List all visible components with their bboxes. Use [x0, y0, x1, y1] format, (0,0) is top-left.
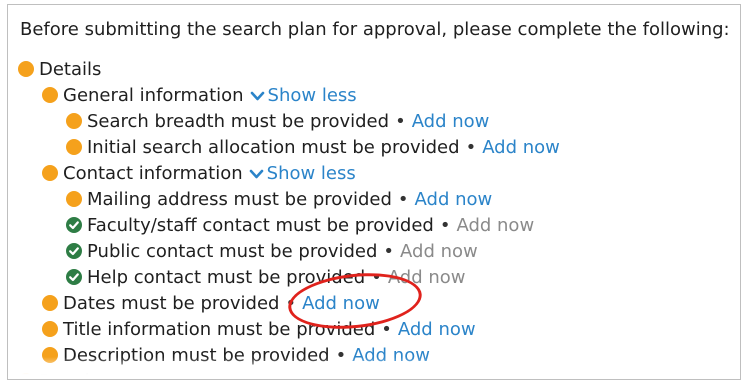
item-mailing-address: Mailing address must be provided • Add now — [18, 187, 738, 213]
item-public-contact: Public contact must be provided • Add now — [18, 239, 738, 265]
show-less-toggle[interactable]: Show less — [250, 85, 357, 106]
item-label: Mailing address must be provided — [87, 189, 392, 210]
section-label: Details — [39, 59, 102, 80]
add-now-link[interactable]: Add now — [400, 241, 478, 262]
item-title-information: Title information must be provided • Add n… — [18, 317, 738, 343]
show-less-toggle[interactable]: Show less — [249, 163, 356, 184]
add-now-link[interactable]: Add now — [412, 111, 490, 132]
check-circle-icon — [66, 269, 82, 285]
item-label: Dates must be provided — [63, 293, 280, 314]
chevron-down-icon — [249, 169, 263, 179]
group-contact-information: Contact information Show less — [18, 161, 738, 187]
add-now-link[interactable]: Add now — [456, 215, 534, 236]
pending-status-icon — [42, 321, 58, 337]
section-details: Details — [18, 57, 738, 83]
scroll-fade — [8, 357, 740, 379]
item-label: Help contact must be provided — [87, 267, 366, 288]
pending-status-icon — [66, 113, 82, 129]
add-now-link[interactable]: Add now — [482, 137, 560, 158]
bullet-separator: • — [383, 241, 395, 262]
pending-status-icon — [66, 191, 82, 207]
bullet-separator: • — [285, 293, 297, 314]
pending-status-icon — [42, 165, 58, 181]
group-general-information: General information Show less — [18, 83, 738, 109]
bullet-separator: • — [439, 215, 451, 236]
group-label: Contact information — [63, 163, 243, 184]
bullet-separator: • — [465, 137, 477, 158]
add-now-link[interactable]: Add now — [388, 267, 466, 288]
item-faculty-staff-contact: Faculty/staff contact must be provided • A… — [18, 213, 738, 239]
chevron-down-icon — [250, 91, 264, 101]
add-now-link[interactable]: Add now — [398, 319, 476, 340]
item-label: Faculty/staff contact must be provided — [87, 215, 434, 236]
pending-status-icon — [42, 295, 58, 311]
bullet-separator: • — [397, 189, 409, 210]
item-help-contact: Help contact must be provided • Add now — [18, 265, 738, 291]
pending-status-icon — [66, 139, 82, 155]
check-circle-icon — [66, 243, 82, 259]
add-now-link[interactable]: Add now — [302, 293, 380, 314]
item-label: Public contact must be provided — [87, 241, 378, 262]
item-label: Title information must be provided — [63, 319, 376, 340]
item-initial-search-allocation: Initial search allocation must be provid… — [18, 135, 738, 161]
item-label: Initial search allocation must be provid… — [87, 137, 460, 158]
item-search-breadth: Search breadth must be provided • Add now — [18, 109, 738, 135]
checklist-heading: Before submitting the search plan for ap… — [20, 19, 730, 40]
pending-status-icon — [18, 61, 34, 77]
bullet-separator: • — [371, 267, 382, 288]
item-dates: Dates must be provided • Add now — [18, 291, 738, 317]
add-now-link[interactable]: Add now — [415, 189, 493, 210]
checklist-panel: Before submitting the search plan for ap… — [7, 4, 741, 380]
checklist-tree: Details General information Show less Sea… — [18, 57, 738, 379]
group-label: General information — [63, 85, 244, 106]
bullet-separator: • — [395, 111, 406, 132]
bullet-separator: • — [381, 319, 392, 340]
pending-status-icon — [42, 87, 58, 103]
item-label: Search breadth must be provided — [87, 111, 390, 132]
check-circle-icon — [66, 217, 82, 233]
